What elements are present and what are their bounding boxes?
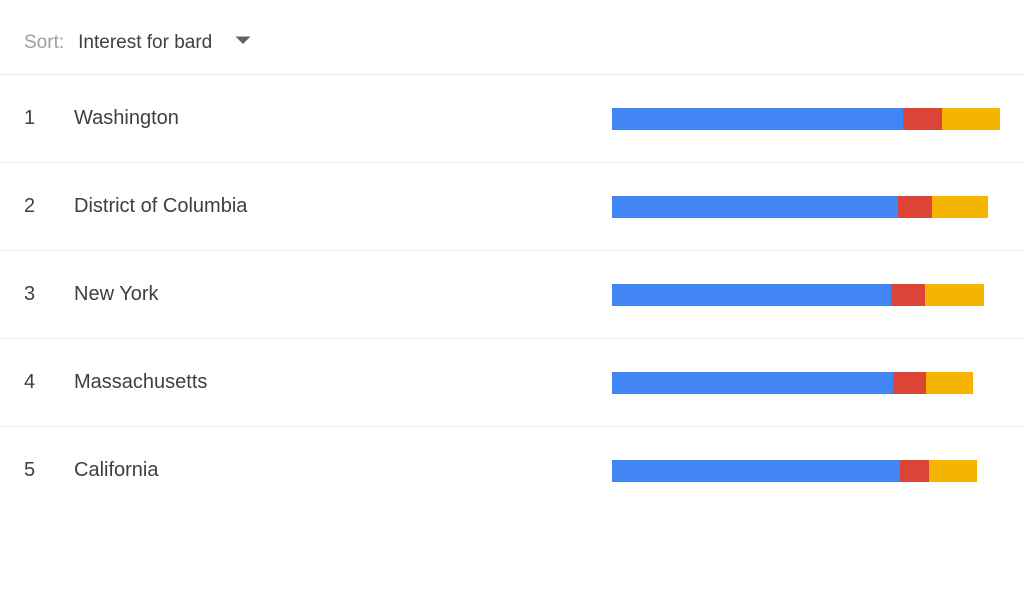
bar-segment-blue bbox=[612, 284, 891, 306]
region-interest-panel: Sort: Interest for bard 1 Washington 2 D… bbox=[0, 0, 1024, 514]
interest-bar bbox=[612, 372, 1000, 394]
bar-segment-yellow bbox=[926, 372, 973, 394]
bar-segment-red bbox=[891, 284, 925, 306]
bar-segment-blue bbox=[612, 196, 898, 218]
interest-bar bbox=[612, 284, 1000, 306]
list-item[interactable]: 4 Massachusetts bbox=[0, 339, 1024, 427]
region-list: 1 Washington 2 District of Columbia bbox=[0, 75, 1024, 514]
bar-segment-yellow bbox=[942, 108, 1000, 130]
bar-segment-blue bbox=[612, 460, 900, 482]
bar-segment-red bbox=[898, 196, 932, 218]
list-item[interactable]: 5 California bbox=[0, 427, 1024, 514]
list-item[interactable]: 1 Washington bbox=[0, 75, 1024, 163]
rank: 5 bbox=[24, 459, 74, 482]
rank: 3 bbox=[24, 283, 74, 306]
sort-dropdown-value: Interest for bard bbox=[78, 32, 212, 54]
rank: 4 bbox=[24, 371, 74, 394]
chevron-down-icon bbox=[234, 34, 252, 52]
bar-segment-yellow bbox=[929, 460, 976, 482]
region-name: California bbox=[74, 459, 612, 482]
rank: 2 bbox=[24, 195, 74, 218]
sort-bar: Sort: Interest for bard bbox=[0, 0, 1024, 75]
sort-label: Sort: bbox=[24, 32, 64, 54]
bar-segment-red bbox=[900, 460, 929, 482]
rank: 1 bbox=[24, 107, 74, 130]
bar-segment-red bbox=[893, 372, 925, 394]
bar-segment-blue bbox=[612, 372, 893, 394]
interest-bar bbox=[612, 196, 1000, 218]
region-name: Massachusetts bbox=[74, 371, 612, 394]
bar-segment-yellow bbox=[925, 284, 985, 306]
bar-segment-blue bbox=[612, 108, 903, 130]
region-name: Washington bbox=[74, 107, 612, 130]
bar-segment-yellow bbox=[932, 196, 988, 218]
interest-bar bbox=[612, 460, 1000, 482]
list-item[interactable]: 3 New York bbox=[0, 251, 1024, 339]
interest-bar bbox=[612, 108, 1000, 130]
bar-segment-red bbox=[903, 108, 942, 130]
region-name: New York bbox=[74, 283, 612, 306]
list-item[interactable]: 2 District of Columbia bbox=[0, 163, 1024, 251]
region-name: District of Columbia bbox=[74, 195, 612, 218]
sort-dropdown[interactable]: Interest for bard bbox=[78, 32, 252, 54]
